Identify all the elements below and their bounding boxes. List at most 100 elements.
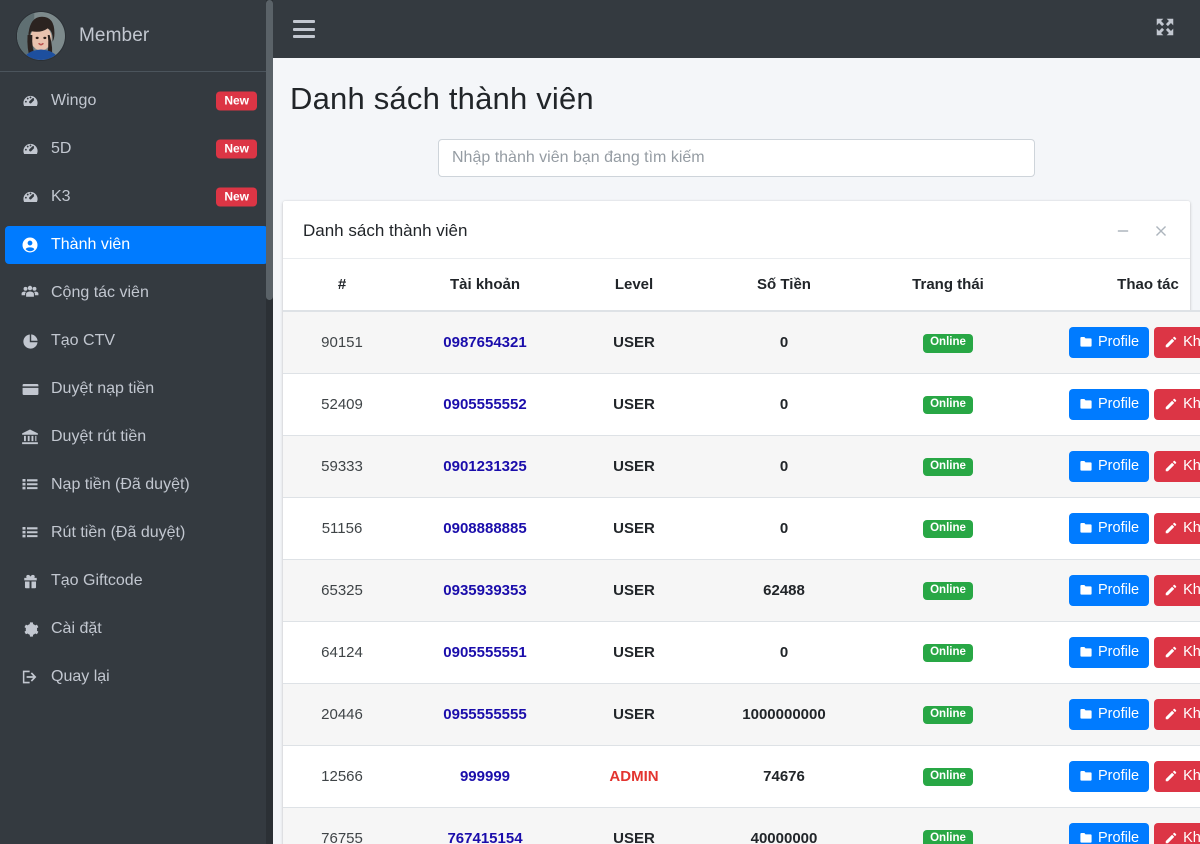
table-row: 59333 0901231325 USER 0 Online Profile K…: [283, 435, 1200, 498]
cell-money: 1000000000: [699, 683, 869, 746]
sidebar-item-nap-tien-da-duyet[interactable]: Nạp tiền (Đã duyệt): [5, 466, 268, 504]
list-icon: [17, 524, 43, 542]
table-row: 52409 0905555552 USER 0 Online Profile K…: [283, 373, 1200, 436]
row-id: 76755: [321, 829, 363, 844]
sidebar-item-wingo[interactable]: Wingo New: [5, 82, 268, 120]
account-link[interactable]: 0905555551: [443, 644, 526, 661]
sidebar-item-label: Tạo Giftcode: [51, 572, 143, 589]
lock-button[interactable]: Khóa: [1154, 450, 1200, 482]
cell-index: 20446: [283, 683, 401, 746]
lock-button[interactable]: Khóa: [1154, 326, 1200, 358]
status-badge: Online: [923, 334, 973, 353]
sidebar-item-rut-tien-da-duyet[interactable]: Rút tiền (Đã duyệt): [5, 514, 268, 552]
lock-button[interactable]: Khóa: [1154, 698, 1200, 730]
list-icon: [17, 476, 43, 494]
lock-button[interactable]: Khóa: [1154, 822, 1200, 844]
lock-button[interactable]: Khóa: [1154, 388, 1200, 420]
account-link[interactable]: 0905555552: [443, 396, 526, 413]
sidebar-scrollbar-thumb[interactable]: [266, 0, 273, 300]
sidebar-item-cong-tac-vien[interactable]: Cộng tác viên: [5, 274, 268, 312]
sidebar-brand[interactable]: Member: [0, 0, 273, 72]
profile-button[interactable]: Profile: [1069, 450, 1150, 482]
expand-arrows-icon[interactable]: [1154, 16, 1176, 43]
account-link[interactable]: 0901231325: [443, 458, 526, 475]
profile-button[interactable]: Profile: [1069, 574, 1150, 606]
table-row: 51156 0908888885 USER 0 Online Profile K…: [283, 497, 1200, 560]
cell-index: 51156: [283, 497, 401, 560]
folder-icon: [1079, 521, 1093, 535]
profile-button[interactable]: Profile: [1069, 388, 1150, 420]
user-photo-avatar-icon: [17, 11, 65, 60]
cell-level: ADMIN: [569, 745, 699, 808]
row-actions: Profile Khóa: [1027, 636, 1200, 668]
level-label: USER: [613, 395, 655, 413]
account-link[interactable]: 0908888885: [443, 520, 526, 537]
sidebar-item-tao-ctv[interactable]: Tạo CTV: [5, 322, 268, 360]
money-value: 40000000: [750, 829, 818, 844]
profile-button[interactable]: Profile: [1069, 698, 1150, 730]
cell-money: 62488: [699, 559, 869, 622]
sign-out-icon: [17, 668, 43, 686]
profile-button[interactable]: Profile: [1069, 512, 1150, 544]
sidebar-item-tao-giftcode[interactable]: Tạo Giftcode: [5, 562, 268, 600]
profile-button[interactable]: Profile: [1069, 822, 1150, 844]
level-label: USER: [613, 457, 655, 475]
cell-money: 0: [699, 311, 869, 374]
table-head: # Tài khoản Level Số Tiền Trang thái Tha…: [283, 259, 1200, 312]
cell-actions: Profile Khóa: [1027, 311, 1200, 374]
member-list-card: Danh sách thành viên # Tài khoản Level S…: [283, 201, 1200, 844]
sidebar-scrollbar[interactable]: [266, 0, 273, 844]
sidebar-item-duyet-nap-tien[interactable]: Duyệt nạp tiền: [5, 370, 268, 408]
column-header-status: Trang thái: [869, 259, 1027, 312]
lock-button[interactable]: Khóa: [1154, 760, 1200, 792]
account-link[interactable]: 0955555555: [443, 706, 526, 723]
folder-icon: [1079, 397, 1093, 411]
sidebar-item-label: Duyệt rút tiền: [51, 428, 147, 445]
profile-button-label: Profile: [1098, 706, 1140, 722]
profile-button-label: Profile: [1098, 644, 1140, 660]
lock-button[interactable]: Khóa: [1154, 512, 1200, 544]
account-link[interactable]: 999999: [460, 768, 510, 785]
lock-button[interactable]: Khóa: [1154, 636, 1200, 668]
folder-icon: [1079, 769, 1093, 783]
pencil-icon: [1164, 335, 1178, 349]
cell-level: USER: [569, 621, 699, 684]
cell-index: 12566: [283, 745, 401, 808]
cell-level: USER: [569, 807, 699, 844]
account-link[interactable]: 0987654321: [443, 334, 526, 351]
lock-button[interactable]: Khóa: [1154, 574, 1200, 606]
minus-icon[interactable]: [1113, 221, 1133, 241]
account-link[interactable]: 767415154: [447, 830, 522, 844]
sidebar-item-k3[interactable]: K3 New: [5, 178, 268, 216]
cell-index: 65325: [283, 559, 401, 622]
hamburger-icon[interactable]: [293, 20, 315, 38]
badge-new: New: [216, 91, 257, 111]
cell-status: Online: [869, 807, 1027, 844]
profile-button-label: Profile: [1098, 458, 1140, 474]
cell-status: Online: [869, 559, 1027, 622]
sidebar-item-label: Duyệt nạp tiền: [51, 380, 155, 397]
sidebar-item-label: 5D: [51, 140, 72, 157]
tachometer-icon: [17, 189, 43, 206]
sidebar-item-thanh-vien[interactable]: Thành viên: [5, 226, 268, 264]
pencil-icon: [1164, 707, 1178, 721]
sidebar-item-quay-lai[interactable]: Quay lại: [5, 658, 268, 696]
level-label: USER: [613, 705, 655, 723]
sidebar-item-cai-dat[interactable]: Cài đặt: [5, 610, 268, 648]
level-label: USER: [613, 581, 655, 599]
table-header-row: # Tài khoản Level Số Tiền Trang thái Tha…: [283, 259, 1200, 312]
sidebar-item-label: Quay lại: [51, 668, 110, 685]
folder-icon: [1079, 645, 1093, 659]
sidebar-item-5d[interactable]: 5D New: [5, 130, 268, 168]
profile-button[interactable]: Profile: [1069, 636, 1150, 668]
row-id: 65325: [321, 581, 363, 599]
column-header-actions: Thao tác: [1027, 259, 1200, 312]
account-link[interactable]: 0935939353: [443, 582, 526, 599]
sidebar-item-duyet-rut-tien[interactable]: Duyệt rút tiền: [5, 418, 268, 456]
profile-button[interactable]: Profile: [1069, 326, 1150, 358]
close-icon[interactable]: [1151, 221, 1171, 241]
cell-index: 76755: [283, 807, 401, 844]
profile-button[interactable]: Profile: [1069, 760, 1150, 792]
money-value: 0: [779, 333, 789, 351]
search-input[interactable]: [438, 139, 1035, 177]
